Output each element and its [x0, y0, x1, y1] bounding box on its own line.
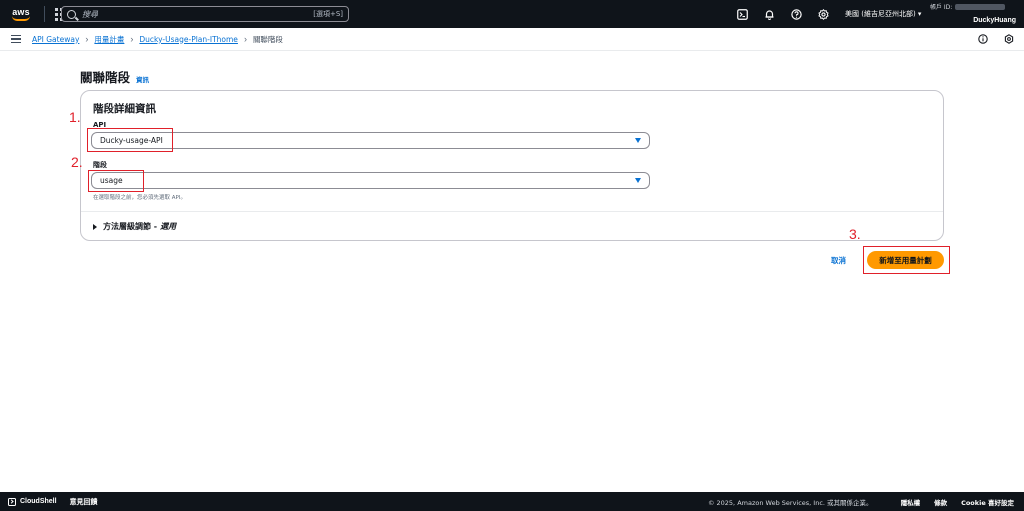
info-icon[interactable] [976, 32, 990, 46]
chevron-right-icon: › [85, 34, 89, 44]
account-username: DuckyHuang [973, 17, 1016, 24]
annotation-box-submit [863, 246, 950, 274]
copyright-text: © 2025, Amazon Web Services, Inc. 或其關係企業… [707, 499, 873, 507]
account-id-label: 帳戶 ID: [930, 4, 953, 11]
terminal-icon [8, 497, 16, 506]
breadcrumb-usage-plans[interactable]: 用量計畫 [94, 34, 124, 45]
expander-optional: 選用 [160, 222, 177, 231]
account-id-redacted [955, 3, 1006, 10]
card-title: 階段詳細資訊 [93, 103, 156, 115]
region-selector[interactable]: 美國 (維吉尼亞州北部) ▾ [845, 9, 921, 19]
caret-down-icon [635, 178, 641, 183]
cloudshell-label: CloudShell [20, 498, 57, 505]
method-throttling-expander[interactable]: 方法層級調節 - 選用 [93, 221, 176, 232]
help-icon[interactable] [788, 6, 804, 22]
privacy-link[interactable]: 隱私權 [901, 497, 921, 507]
breadcrumb-current: 關聯階段 [252, 34, 283, 44]
annotation-number-3: 3. [849, 226, 861, 242]
cloudshell-button[interactable]: CloudShell [8, 497, 57, 506]
cancel-button[interactable]: 取消 [831, 255, 846, 266]
footer: CloudShell 意見回饋 © 2025, Amazon Web Servi… [0, 492, 1024, 511]
annotation-box-api [87, 128, 173, 152]
page-title-text: 關聯階段 [80, 70, 131, 85]
bell-icon[interactable] [761, 6, 777, 22]
cookie-preferences-link[interactable]: Cookie 喜好設定 [961, 497, 1014, 507]
account-id-row: 帳戶 ID: [930, 2, 1020, 11]
menu-icon[interactable] [11, 33, 21, 46]
chevron-right-icon: › [130, 34, 134, 44]
breadcrumb-usage-plan[interactable]: Ducky-Usage-Plan-IThome [139, 35, 238, 44]
aws-logo[interactable]: aws [4, 0, 38, 28]
stage-label: 階段 [93, 161, 107, 169]
chevron-right-icon: › [243, 34, 247, 44]
search-bar[interactable]: [選項+S] [61, 6, 349, 22]
search-shortcut: [選項+S] [313, 10, 343, 18]
annotation-box-stage [88, 170, 144, 192]
breadcrumb-bar: API Gateway › 用量計畫 › Ducky-Usage-Plan-IT… [0, 28, 1024, 51]
terms-link[interactable]: 條款 [934, 497, 947, 507]
caret-down-icon [635, 138, 641, 143]
search-icon [67, 9, 76, 19]
page-title: 關聯階段 資訊 [80, 67, 149, 86]
cloudshell-icon[interactable] [734, 6, 750, 22]
api-select[interactable]: Ducky-usage-API [91, 132, 650, 149]
breadcrumb-tools [964, 32, 1016, 46]
footer-links: © 2025, Amazon Web Services, Inc. 或其關係企業… [708, 497, 1014, 507]
feedback-link[interactable]: 意見回饋 [70, 497, 98, 507]
stage-select[interactable]: usage [91, 172, 650, 189]
annotation-number-2: 2. [71, 154, 83, 170]
info-link[interactable]: 資訊 [136, 74, 149, 84]
aws-smile-icon [12, 16, 30, 21]
account-menu[interactable]: 帳戶 ID: DuckyHuang [930, 2, 1020, 26]
stage-hint: 在選取階段之前，您必須先選取 API。 [93, 195, 186, 201]
breadcrumb-api-gateway[interactable]: API Gateway [32, 35, 79, 44]
search-input[interactable] [82, 9, 314, 19]
nav-icon-group [734, 6, 842, 22]
gear-icon[interactable] [815, 6, 831, 22]
annotation-number-1: 1. [69, 109, 81, 125]
nav-divider [44, 6, 45, 22]
caret-right-icon [93, 223, 97, 230]
expander-label: 方法層級調節 - [103, 222, 158, 231]
stage-details-card: 階段詳細資訊 API Ducky-usage-API 階段 usage 在選取階… [80, 90, 944, 241]
card-divider [81, 211, 943, 212]
settings-icon[interactable] [1002, 32, 1016, 46]
top-navigation: aws [選項+S] 美國 (維吉尼亞州北部) ▾ 帳戶 ID: DuckyHu… [0, 0, 1024, 28]
